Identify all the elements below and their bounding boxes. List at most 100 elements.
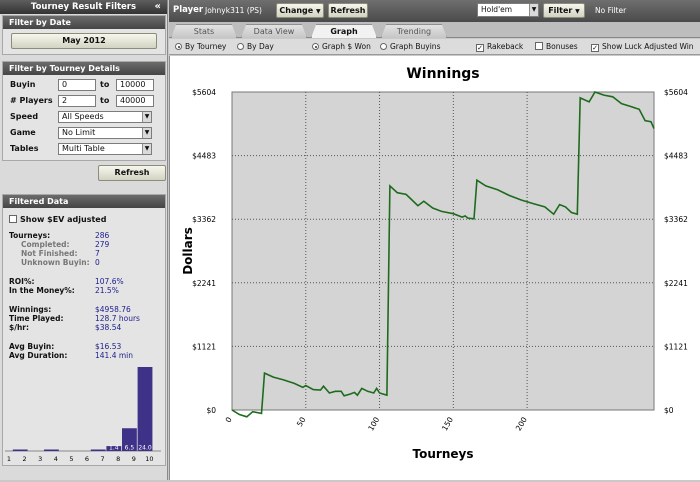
checkbox-checked-icon[interactable]: ✓: [591, 44, 599, 52]
filter-panel-title: Tourney Result Filters: [30, 2, 137, 12]
player-label: Player: [173, 5, 204, 15]
players-min-input[interactable]: 2: [58, 95, 96, 107]
refresh-filters-button[interactable]: Refresh: [98, 165, 166, 181]
luck-adjusted-label: Show Luck Adjusted Win: [602, 42, 694, 51]
game-type-select[interactable]: Hold'em ▼: [477, 3, 539, 17]
chevron-down-icon[interactable]: ▼: [529, 4, 538, 16]
radio-selected-icon[interactable]: [175, 43, 182, 50]
change-player-button[interactable]: Change ▼: [276, 3, 324, 18]
not-finished-label: Not Finished:: [21, 249, 78, 258]
speed-select[interactable]: All Speeds ▼: [58, 111, 152, 123]
finish-x-label: 7: [101, 455, 105, 463]
filter-panel-header: Tourney Result Filters «: [0, 0, 167, 14]
radio-icon[interactable]: [380, 43, 387, 50]
checkbox-icon[interactable]: [535, 42, 543, 50]
finish-x-label: 4: [54, 455, 58, 463]
radio-selected-icon[interactable]: [312, 43, 319, 50]
graph-won-option[interactable]: Graph $ Won: [312, 42, 371, 51]
finish-x-label: 6: [85, 455, 89, 463]
tab-stats[interactable]: Stats: [171, 24, 237, 38]
finish-x-label: 9: [132, 455, 136, 463]
tab-trending[interactable]: Trending: [381, 24, 447, 38]
winnings-label: Winnings:: [9, 305, 52, 314]
unknown-buyin-label: Unknown Buyin:: [21, 258, 90, 267]
rakeback-option[interactable]: ✓ Rakeback: [476, 42, 523, 52]
game-select[interactable]: No Limit ▼: [58, 127, 152, 139]
tables-row: Tables Multi Table ▼: [10, 143, 160, 155]
by-day-label: By Day: [247, 42, 274, 51]
tourney-details-section: Filter by Tourney Details Buyin 0 to 100…: [2, 61, 166, 161]
y-tick-label-left: $0: [206, 406, 216, 415]
finish-x-label: 2: [23, 455, 27, 463]
y-tick-label-left: $1121: [192, 342, 216, 351]
players-to-label: to: [100, 96, 110, 105]
finish-bar-label: 24.0: [138, 445, 152, 452]
speed-row: Speed All Speeds ▼: [10, 111, 160, 123]
collapse-panel-icon[interactable]: «: [155, 0, 161, 14]
chevron-down-icon[interactable]: ▼: [142, 144, 151, 154]
tab-graph[interactable]: Graph: [311, 24, 377, 38]
game-label: Game: [10, 128, 36, 137]
chevron-down-icon[interactable]: ▼: [142, 112, 151, 122]
roi-label: ROI%:: [9, 277, 35, 286]
y-tick-label-left: $5604: [192, 88, 216, 97]
tables-select[interactable]: Multi Table ▼: [58, 143, 152, 155]
unknown-buyin-value: 0: [95, 258, 100, 267]
refresh-player-button[interactable]: Refresh: [328, 3, 368, 18]
completed-label: Completed:: [21, 240, 70, 249]
buyin-min-input[interactable]: 0: [58, 79, 96, 91]
players-max-input[interactable]: 40000: [116, 95, 154, 107]
finish-bar: [44, 449, 59, 451]
roi-value: 107.6%: [95, 277, 124, 286]
filter-status: No Filter: [595, 6, 627, 15]
chevron-down-icon[interactable]: ▼: [142, 128, 151, 138]
x-tick-label: 0: [224, 415, 234, 424]
tourney-details-title: Filter by Tourney Details: [3, 62, 165, 75]
speed-select-value: All Speeds: [62, 112, 104, 121]
hourly-label: $/hr:: [9, 323, 29, 332]
y-tick-label-left: $2241: [192, 279, 216, 288]
tables-select-value: Multi Table: [62, 144, 105, 153]
plot-area: [231, 91, 655, 411]
finish-bar-label: 1.4: [109, 445, 119, 452]
tab-data-view[interactable]: Data View: [241, 24, 307, 38]
by-tourney-option[interactable]: By Tourney: [175, 42, 226, 51]
y-tick-label-left: $3362: [192, 215, 216, 224]
players-label: # Players: [10, 96, 53, 105]
graph-buyins-option[interactable]: Graph Buyins: [380, 42, 440, 51]
speed-label: Speed: [10, 112, 39, 121]
x-tick-label: 50: [295, 415, 308, 428]
filtered-data-title: Filtered Data: [3, 195, 165, 208]
buyin-to-label: to: [100, 80, 110, 89]
chevron-down-icon: ▼: [315, 8, 321, 15]
buyin-max-input[interactable]: 10000: [116, 79, 154, 91]
not-finished-value: 7: [95, 249, 100, 258]
change-player-label: Change: [279, 6, 314, 15]
radio-icon[interactable]: [237, 43, 244, 50]
hourly-value: $38.54: [95, 323, 122, 332]
graph-buyins-label: Graph Buyins: [390, 42, 441, 51]
bonuses-option[interactable]: Bonuses: [535, 42, 578, 51]
finish-bar-label: 6.5: [125, 445, 135, 452]
avg-duration-label: Avg Duration:: [9, 351, 68, 360]
finish-x-label: 3: [38, 455, 42, 463]
month-select-button[interactable]: May 2012: [11, 33, 157, 49]
checkbox-checked-icon[interactable]: ✓: [476, 44, 484, 52]
y-tick-label-right: $1121: [664, 342, 688, 351]
sev-checkbox[interactable]: [9, 215, 17, 223]
finish-x-label: 10: [145, 455, 153, 463]
y-tick-label-right: $4483: [664, 152, 688, 161]
sev-adjusted-option[interactable]: Show $EV adjusted: [9, 215, 106, 224]
time-played-label: Time Played:: [9, 314, 64, 323]
x-tick-label: 100: [366, 415, 381, 432]
date-filter-title: Filter by Date: [3, 16, 165, 29]
y-axis-label: Dollars: [181, 227, 195, 275]
chevron-down-icon: ▼: [575, 8, 580, 15]
by-day-option[interactable]: By Day: [237, 42, 274, 51]
filter-button-label: Filter: [548, 6, 573, 15]
filter-button[interactable]: Filter ▼: [543, 3, 585, 18]
luck-adjusted-option[interactable]: ✓ Show Luck Adjusted Win: [591, 42, 694, 52]
players-row: # Players 2 to 40000: [10, 95, 160, 107]
graph-panel: Winnings $0 $0 $1121 $1121 $2241 $2241 $3362 $33…: [169, 56, 700, 480]
completed-value: 279: [95, 240, 110, 249]
